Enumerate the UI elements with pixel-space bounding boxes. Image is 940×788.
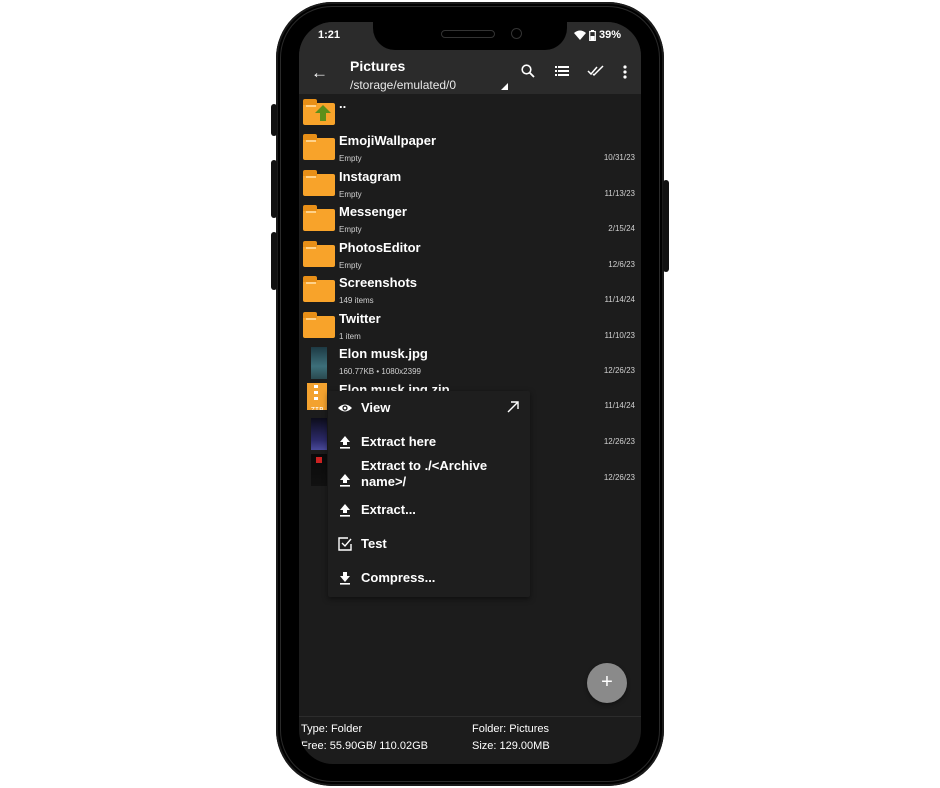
footer-info: Type: Folder Free: 55.90GB/ 110.02GB Fol… bbox=[299, 716, 641, 764]
add-fab-button[interactable]: + bbox=[587, 663, 627, 703]
file-date: 11/13/23 bbox=[604, 188, 635, 198]
file-date: 12/26/23 bbox=[603, 437, 635, 446]
list-view-icon[interactable] bbox=[555, 66, 569, 76]
open-external-icon[interactable] bbox=[507, 401, 519, 413]
app-bar: ← Pictures /storage/emulated/0 bbox=[299, 52, 641, 94]
menu-item-label: View bbox=[361, 400, 391, 415]
side-button-action bbox=[271, 104, 277, 136]
menu-item-compress[interactable]: Compress... bbox=[328, 563, 530, 595]
file-date: 11/10/23 bbox=[604, 330, 635, 340]
list-item[interactable]: PhotosEditor Empty 12/6/23 bbox=[299, 236, 641, 271]
extract-icon bbox=[340, 474, 350, 487]
file-details: Empty bbox=[339, 154, 362, 163]
file-date: 11/14/24 bbox=[604, 401, 635, 410]
list-item[interactable]: Instagram Empty 11/13/23 bbox=[299, 165, 641, 200]
battery-percent: 39% bbox=[598, 29, 621, 41]
checkbox-icon bbox=[338, 537, 352, 551]
status-time: 1:21 bbox=[318, 29, 341, 41]
footer-type: Type: Folder bbox=[301, 723, 363, 735]
screen: 1:21 39% ← Pictures /storage/emulated/0 … bbox=[299, 22, 641, 764]
file-name: Elon musk.jpg bbox=[339, 346, 428, 361]
list-item[interactable]: Screenshots 149 items 11/14/24 bbox=[299, 271, 641, 306]
current-path[interactable]: /storage/emulated/0 bbox=[350, 78, 456, 92]
file-name: Twitter bbox=[339, 310, 381, 326]
folder-icon bbox=[303, 205, 335, 231]
list-item[interactable]: Messenger Empty 2/15/24 bbox=[299, 200, 641, 235]
file-date: 2/15/24 bbox=[608, 224, 635, 233]
file-date: 12/26/23 bbox=[603, 366, 635, 375]
folder-icon bbox=[303, 134, 335, 160]
status-bar: 1:21 39% bbox=[299, 22, 641, 52]
notch bbox=[373, 22, 567, 50]
side-button-volume-up bbox=[271, 160, 277, 218]
search-icon[interactable] bbox=[521, 64, 535, 78]
image-thumbnail bbox=[303, 347, 335, 379]
folder-icon bbox=[303, 276, 335, 302]
page-title: Pictures bbox=[350, 58, 406, 74]
menu-item-label: Test bbox=[361, 536, 387, 551]
side-button-volume-down bbox=[271, 232, 277, 290]
extract-icon bbox=[340, 504, 350, 517]
file-details: Empty bbox=[339, 225, 362, 234]
menu-item-view[interactable]: View bbox=[328, 393, 530, 425]
select-all-icon[interactable] bbox=[587, 65, 605, 77]
folder-icon bbox=[303, 240, 335, 267]
file-details: Empty bbox=[339, 189, 362, 199]
folder-icon bbox=[303, 311, 335, 338]
file-name: .. bbox=[339, 96, 347, 111]
file-details: 149 items bbox=[339, 296, 374, 305]
file-date: 10/31/23 bbox=[603, 153, 635, 162]
file-date: 12/6/23 bbox=[608, 259, 635, 269]
list-item-parent[interactable]: .. bbox=[299, 94, 641, 129]
file-details: 160.77KB • 1080x2399 bbox=[339, 367, 421, 376]
file-name: Instagram bbox=[339, 168, 402, 184]
file-name: Messenger bbox=[339, 204, 407, 219]
file-name: Screenshots bbox=[339, 275, 418, 290]
menu-item-label: Extract here bbox=[361, 434, 437, 449]
eye-icon bbox=[338, 404, 352, 412]
menu-item-extract[interactable]: Extract... bbox=[328, 495, 530, 527]
file-name: EmojiWallpaper bbox=[339, 133, 437, 148]
front-camera bbox=[511, 28, 522, 39]
menu-item-test[interactable]: Test bbox=[328, 529, 530, 561]
menu-item-label: Extract to ./<Archive name>/ bbox=[361, 458, 488, 489]
speaker bbox=[441, 30, 495, 38]
path-dropdown-icon[interactable] bbox=[501, 83, 508, 90]
back-arrow-icon[interactable]: ← bbox=[311, 64, 328, 81]
file-date: 11/14/24 bbox=[604, 295, 635, 304]
file-date: 12/26/23 bbox=[603, 472, 635, 482]
list-item[interactable]: Elon musk.jpg 160.77KB • 1080x2399 12/26… bbox=[299, 342, 641, 379]
file-details: Empty bbox=[339, 260, 362, 270]
footer-size: Size: 129.00MB bbox=[472, 740, 550, 752]
parent-folder-icon bbox=[303, 99, 335, 125]
status-icons: 39% bbox=[573, 29, 621, 41]
file-details: 1 item bbox=[339, 331, 361, 341]
folder-icon bbox=[303, 169, 335, 196]
menu-item-label: Extract... bbox=[361, 502, 416, 517]
context-menu: View Extract here Extract to ./<Archive … bbox=[328, 391, 530, 597]
wifi-icon bbox=[573, 30, 586, 40]
list-item[interactable]: EmojiWallpaper Empty 10/31/23 bbox=[299, 129, 641, 164]
battery-icon bbox=[589, 29, 596, 41]
menu-item-extract-here[interactable]: Extract here bbox=[328, 427, 530, 459]
more-vert-icon[interactable] bbox=[623, 65, 627, 79]
side-button-power bbox=[663, 180, 669, 272]
file-name: PhotosEditor bbox=[339, 239, 421, 255]
extract-icon bbox=[340, 436, 350, 449]
list-item[interactable]: Twitter 1 item 11/10/23 bbox=[299, 307, 641, 342]
footer-folder: Folder: Pictures bbox=[472, 723, 550, 735]
compress-icon bbox=[340, 572, 350, 585]
footer-free-space: Free: 55.90GB/ 110.02GB bbox=[301, 740, 428, 752]
menu-item-label: Compress... bbox=[361, 570, 436, 585]
